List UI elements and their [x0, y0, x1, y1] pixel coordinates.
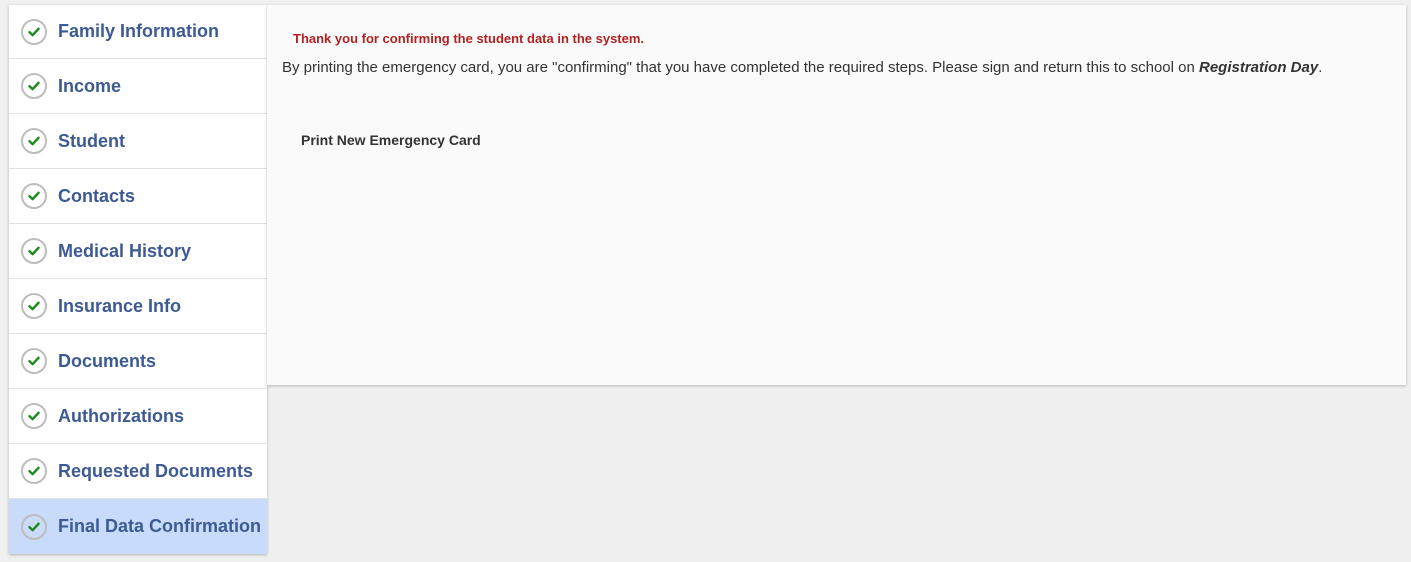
check-icon	[21, 348, 47, 374]
sidebar-item-label: Final Data Confirmation	[58, 516, 262, 536]
check-icon	[21, 128, 47, 154]
sidebar-item-requested-documents[interactable]: Requested Documents	[9, 444, 267, 499]
sidebar-item-label: Student	[58, 130, 125, 151]
sidebar-item-label: Contacts	[58, 185, 136, 206]
check-icon	[21, 183, 47, 209]
check-icon	[21, 18, 47, 45]
print-emergency-card-button[interactable]: Print New Emergency Card	[289, 129, 493, 151]
sidebar-item-final-data-confirmation[interactable]: Final Data Confirmation	[9, 499, 267, 554]
instructions-suffix: .	[1318, 59, 1323, 76]
check-icon	[21, 458, 47, 484]
sidebar-item-insurance-info[interactable]: Insurance Info	[9, 279, 267, 334]
sidebar-item-label: Requested Documents	[58, 460, 254, 481]
sidebar-item-label: Authorizations	[58, 405, 184, 426]
sidebar-item-label: Income	[58, 75, 122, 96]
sidebar-item-documents[interactable]: Documents	[9, 334, 267, 389]
check-icon	[21, 73, 47, 99]
sidebar-item-label: Documents	[58, 350, 157, 371]
sidebar-item-medical-history[interactable]: Medical History	[9, 224, 267, 279]
instructions-text: By printing the emergency card, you are …	[282, 59, 1322, 76]
sidebar-nav: Family Information Income Student Contac…	[9, 5, 267, 554]
sidebar-item-label: Family Information	[58, 21, 220, 41]
sidebar-item-student[interactable]: Student	[9, 114, 267, 169]
check-icon	[21, 513, 47, 540]
instructions-prefix: By printing the emergency card, you are …	[282, 59, 1199, 76]
registration-day-emphasis: Registration Day	[1199, 59, 1319, 76]
sidebar-item-income[interactable]: Income	[9, 59, 267, 114]
sidebar-item-family-information[interactable]: Family Information	[9, 5, 267, 59]
sidebar-item-label: Insurance Info	[58, 295, 182, 316]
sidebar-item-label: Medical History	[58, 240, 192, 261]
sidebar-item-authorizations[interactable]: Authorizations	[9, 389, 267, 444]
check-icon	[21, 238, 47, 264]
sidebar-item-contacts[interactable]: Contacts	[9, 169, 267, 224]
check-icon	[21, 293, 47, 319]
confirmation-message: Thank you for confirming the student dat…	[293, 31, 645, 46]
check-icon	[21, 403, 47, 429]
confirmation-panel: Thank you for confirming the student dat…	[267, 5, 1406, 385]
